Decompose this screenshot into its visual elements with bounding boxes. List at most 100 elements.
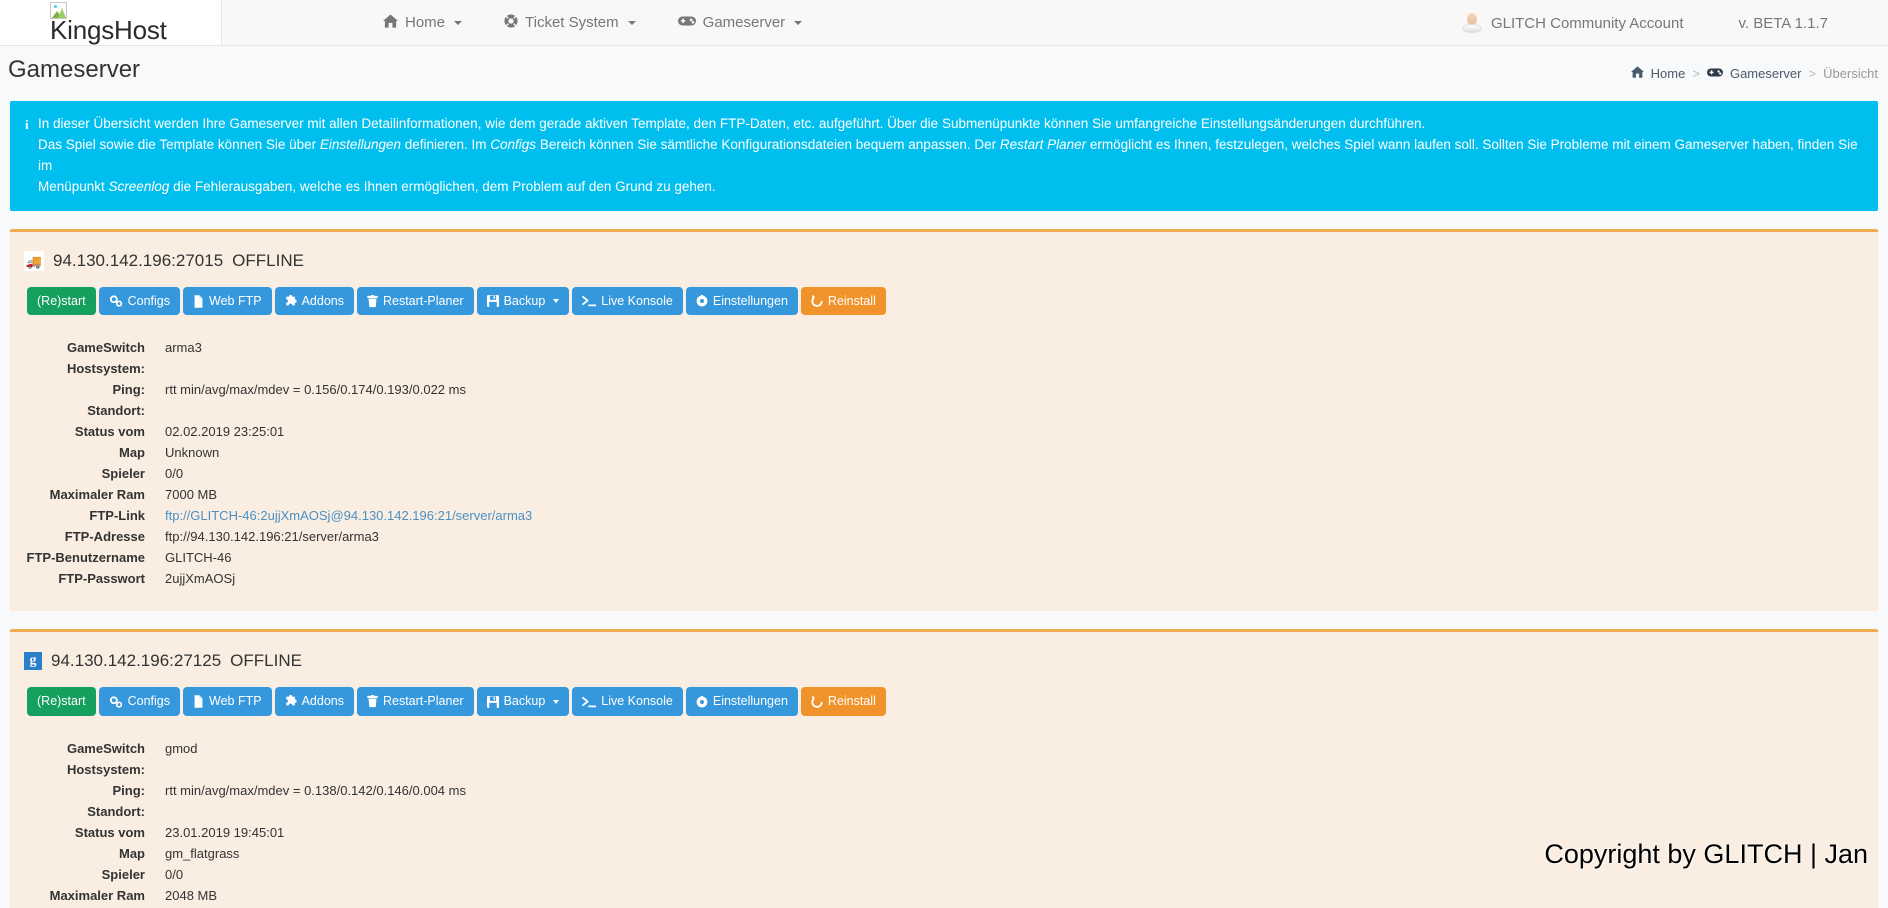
save-icon [487, 696, 499, 708]
detail-label: Maximaler Ram [10, 484, 165, 505]
breadcrumb: Home > Gameserver > Übersicht [1631, 66, 1878, 81]
table-row: Status vom02.02.2019 23:25:01 [10, 421, 532, 442]
detail-label: Standort: [10, 801, 165, 822]
chevron-down-icon [794, 21, 802, 25]
backup-button[interactable]: Backup [477, 687, 570, 715]
alert-line-1: In dieser Übersicht werden Ihre Gameserv… [24, 113, 1864, 134]
button-label: Live Konsole [601, 694, 673, 708]
configs-button[interactable]: Configs [99, 687, 180, 715]
alert-line-3: Menüpunkt Screenlog die Fehlerausgaben, … [24, 176, 1864, 197]
table-row: FTP-BenutzernameGLITCH-46 [10, 547, 532, 568]
detail-value: gmod [165, 738, 532, 759]
server-panel: 🚚94.130.142.196:27015OFFLINE(Re)startCon… [10, 229, 1878, 611]
web-ftp-button[interactable]: Web FTP [183, 287, 272, 315]
detail-label: Map [10, 843, 165, 864]
table-row: Standort: [10, 400, 532, 421]
table-row: Maximaler Ram7000 MB [10, 484, 532, 505]
detail-value: 02.02.2019 23:25:01 [165, 421, 532, 442]
live-konsole-button[interactable]: Live Konsole [572, 687, 683, 715]
button-label: Einstellungen [713, 694, 788, 708]
button-label: Addons [302, 294, 344, 308]
server-panel: g94.130.142.196:27125OFFLINE(Re)startCon… [10, 629, 1878, 908]
button-label: (Re)start [37, 694, 86, 708]
broken-image-icon [50, 2, 67, 19]
detail-label: FTP-Benutzername [10, 547, 165, 568]
ftp-link[interactable]: ftp://GLITCH-46:2ujjXmAOSj@94.130.142.19… [165, 508, 532, 523]
button-label: Live Konsole [601, 294, 673, 308]
table-row: GameSwitchgmod [10, 738, 532, 759]
info-icon: i [25, 114, 29, 135]
cogs-icon [109, 294, 123, 308]
button-label: Web FTP [209, 294, 262, 308]
detail-label: Spieler [10, 864, 165, 885]
detail-value: Unknown [165, 442, 532, 463]
table-row: MapUnknown [10, 442, 532, 463]
reinstall-button[interactable]: Reinstall [801, 287, 886, 315]
table-row: Spieler0/0 [10, 463, 532, 484]
table-row: GameSwitcharma3 [10, 337, 532, 358]
restart-planer-button[interactable]: Restart-Planer [357, 287, 474, 315]
restart-planer-button[interactable]: Restart-Planer [357, 687, 474, 715]
refresh-icon [811, 295, 823, 307]
detail-value: 2ujjXmAOSj [165, 568, 532, 589]
detail-value: GLITCH-46 [165, 547, 532, 568]
main-nav: Home Ticket System Gameserver [383, 0, 802, 45]
server-action-toolbar: (Re)startConfigs Web FTP Addons Restart-Pla… [10, 271, 1878, 315]
table-row: Hostsystem: [10, 358, 532, 379]
detail-value [165, 801, 532, 822]
server-address: 94.130.142.196:27125 [51, 651, 221, 671]
cogs-icon [109, 695, 123, 709]
breadcrumb-item-current: Übersicht [1823, 66, 1878, 81]
einstellungen-button[interactable]: Einstellungen [686, 287, 798, 315]
button-label: Web FTP [209, 694, 262, 708]
server-detail-table: GameSwitchgmodHostsystem:Ping:rtt min/av… [10, 738, 532, 908]
nav-item-ticket-system[interactable]: Ticket System [504, 14, 636, 32]
breadcrumb-item-home[interactable]: Home [1651, 66, 1686, 81]
table-row: FTP-Passwort2ujjXmAOSj [10, 568, 532, 589]
detail-label: FTP-Link [10, 505, 165, 526]
detail-label: Maximaler Ram [10, 885, 165, 906]
backup-button[interactable]: Backup [477, 287, 570, 315]
live-konsole-button[interactable]: Live Konsole [572, 287, 683, 315]
nav-item-gameserver[interactable]: Gameserver [678, 14, 803, 31]
breadcrumb-item-gameserver[interactable]: Gameserver [1730, 66, 1802, 81]
detail-label: Hostsystem: [10, 759, 165, 780]
detail-value: rtt min/avg/max/mdev = 0.156/0.174/0.193… [165, 379, 532, 400]
file-icon [193, 295, 204, 308]
home-icon [383, 14, 398, 32]
table-row: Ping:rtt min/avg/max/mdev = 0.138/0.142/… [10, 780, 532, 801]
detail-value: 0/0 [165, 463, 532, 484]
brand-logo[interactable]: KingsHost [0, 0, 222, 45]
addons-button[interactable]: Addons [275, 687, 354, 715]
addons-button[interactable]: Addons [275, 287, 354, 315]
gear-icon [696, 696, 708, 708]
button-label: Restart-Planer [383, 694, 464, 708]
button-label: Reinstall [828, 694, 876, 708]
arma3-game-icon: 🚚 [24, 251, 44, 271]
detail-label: GameSwitch [10, 337, 165, 358]
detail-label: FTP-Passwort [10, 568, 165, 589]
detail-value[interactable]: ftp://GLITCH-46:2ujjXmAOSj@94.130.142.19… [165, 505, 532, 526]
detail-value: arma3 [165, 337, 532, 358]
account-menu[interactable]: GLITCH Community Account [1462, 12, 1693, 34]
server-action-toolbar: (Re)start Configs Web FTP Addons Restart-Pla… [10, 671, 1878, 715]
re-start-button[interactable]: (Re)start [27, 687, 96, 715]
calendar-icon [367, 295, 378, 308]
table-row: Spieler0/0 [10, 864, 532, 885]
configs-button[interactable]: Configs [99, 287, 180, 315]
button-label: Restart-Planer [383, 294, 464, 308]
detail-label: Standort: [10, 400, 165, 421]
re-start-button[interactable]: (Re)start [27, 287, 96, 315]
table-row: FTP-Linkftp://GLITCH-46:2ujjXmAOSj@94.13… [10, 505, 532, 526]
nav-item-home[interactable]: Home [383, 14, 462, 32]
detail-label: Status vom [10, 822, 165, 843]
reinstall-button[interactable]: Reinstall [801, 687, 886, 715]
server-panel-list: 🚚94.130.142.196:27015OFFLINE(Re)startCon… [0, 229, 1888, 908]
nav-item-home-label: Home [405, 14, 445, 31]
einstellungen-button[interactable]: Einstellungen [686, 687, 798, 715]
web-ftp-button[interactable]: Web FTP [183, 687, 272, 715]
detail-value: 7000 MB [165, 484, 532, 505]
chevron-down-icon [553, 299, 559, 303]
table-row: Maximaler Ram2048 MB [10, 885, 532, 906]
puzzle-icon [285, 695, 297, 708]
